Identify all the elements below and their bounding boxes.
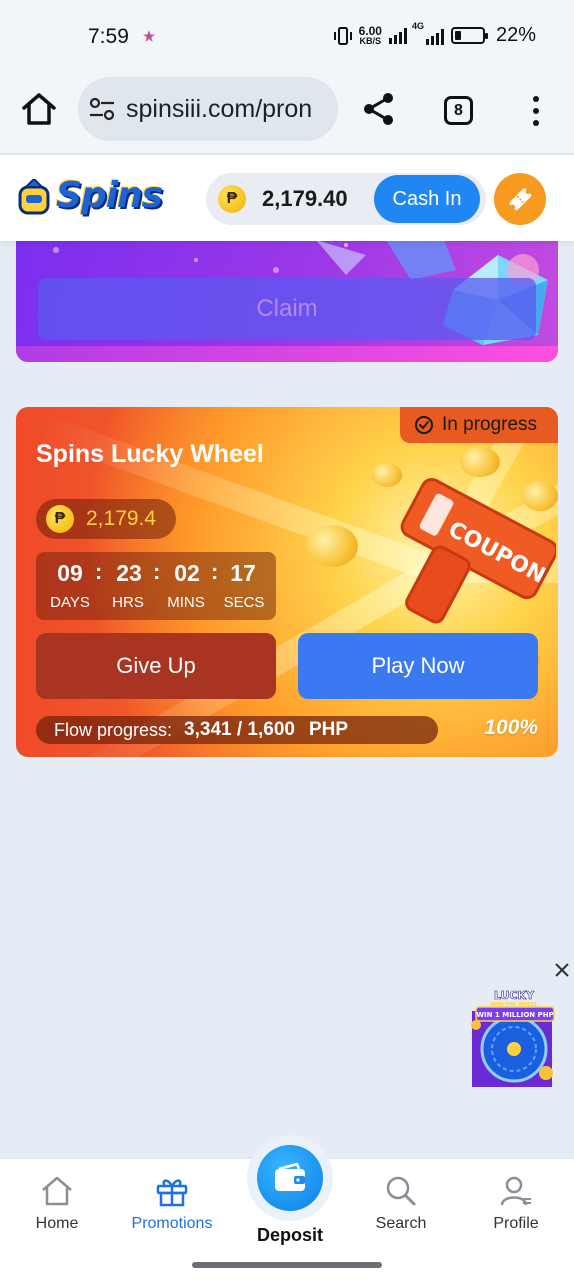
nav-promotions-label: Promotions [131, 1215, 213, 1232]
promo-bottom-glow [16, 346, 558, 362]
card-title: Spins Lucky Wheel [36, 440, 264, 468]
status-label: In progress [442, 414, 538, 435]
flow-progress-label: Flow progress: [54, 719, 173, 740]
ticket-icon [509, 188, 532, 211]
play-now-button[interactable]: Play Now [298, 633, 538, 699]
nav-deposit[interactable] [247, 1135, 333, 1221]
countdown-days: 09 [57, 560, 83, 586]
wifi-signal-icon [388, 27, 407, 44]
status-badge: In progress [400, 407, 558, 443]
countdown-hours-label: HRS [112, 594, 144, 611]
share-icon[interactable] [360, 90, 398, 128]
check-circle-icon [415, 416, 433, 434]
address-bar[interactable]: spinsiii.com/pron [78, 77, 338, 141]
lucky-wheel-ad[interactable]: LUCKY SPIN THE WHEEL WIN 1 MILLION PHP [462, 985, 556, 1087]
tab-count: 8 [454, 101, 463, 119]
countdown-mins: 02 [174, 560, 200, 586]
lucky-wheel-ad-graphic: LUCKY SPIN THE WHEEL WIN 1 MILLION PHP [471, 989, 555, 1087]
browser-toolbar: spinsiii.com/pron 8 [0, 72, 574, 154]
coupon-gun-graphic: COUPON [400, 478, 556, 624]
countdown-mins-label: MINS [167, 594, 205, 611]
bonus-amount-value: 2,179.4 [86, 507, 157, 530]
nav-search-label: Search [375, 1215, 427, 1232]
gold-coin-decoration [306, 525, 358, 567]
countdown-separator: : [211, 559, 219, 584]
countdown-timer: 09 : 23 : 02 : 17 DAYS HRS MINS SECS [36, 552, 276, 620]
gesture-home-indicator[interactable] [192, 1262, 382, 1268]
browser-menu-icon[interactable] [530, 96, 542, 126]
wallet-balance: ₱ 2,179.40 Cash In [206, 173, 486, 225]
close-icon[interactable] [554, 962, 570, 978]
home-icon [42, 1176, 72, 1206]
flow-progress-bar: Flow progress: 3,341 / 1,600 PHP [36, 716, 438, 744]
status-bar: 7:59 6.00 KB/S 4G 22% [0, 0, 574, 72]
search-icon [386, 1176, 416, 1206]
bonus-amount: ₱ 2,179.4 [36, 499, 176, 539]
flow-progress-percent: 100% [484, 716, 538, 739]
nav-profile[interactable]: Profile [466, 1175, 566, 1233]
claim-button[interactable]: Claim [38, 278, 536, 340]
site-logo[interactable]: Spins [14, 173, 163, 221]
nav-promotions[interactable]: Promotions [122, 1175, 222, 1233]
cash-in-button[interactable]: Cash In [374, 175, 480, 223]
tab-switcher-button[interactable]: 8 [444, 96, 473, 125]
countdown-secs-label: SECS [223, 594, 265, 611]
gift-icon [156, 1179, 188, 1207]
site-settings-icon[interactable] [88, 95, 116, 123]
wallet-icon [275, 1163, 305, 1191]
lucky-wheel-card: COUPON In progress Spins Lucky Wheel ₱ 2… [16, 407, 558, 757]
ad-prize: WIN 1 MILLION PHP [476, 1011, 553, 1019]
status-time: 7:59 [88, 25, 129, 48]
address-url[interactable]: spinsiii.com/pron [126, 95, 312, 124]
logo-text: Spins [56, 175, 163, 216]
site-header: Spins ₱ 2,179.40 Cash In [0, 155, 574, 241]
peso-coin-icon: ₱ [46, 505, 74, 533]
nav-home[interactable]: Home [7, 1175, 107, 1233]
flow-progress-value: 3,341 / 1,600 [184, 719, 295, 740]
nav-home-label: Home [35, 1215, 79, 1232]
flow-progress-unit: PHP [308, 719, 349, 740]
battery-percent: 22% [495, 24, 536, 46]
countdown-separator: : [95, 559, 103, 584]
profile-icon [500, 1176, 531, 1206]
notification-app-icon [143, 30, 155, 42]
browser-home-icon[interactable] [18, 88, 60, 130]
deposit-button[interactable] [257, 1145, 323, 1211]
vibrate-icon [333, 26, 352, 45]
nav-deposit-label: Deposit [256, 1225, 323, 1245]
cell-signal-icon: 4G [412, 21, 444, 45]
ticket-button[interactable] [494, 173, 546, 225]
logo-mascot-icon [18, 179, 50, 215]
net-speed: 6.00 KB/S [358, 24, 382, 46]
ad-title: LUCKY [494, 989, 535, 1002]
nav-search[interactable]: Search [351, 1175, 451, 1233]
balance-amount: 2,179.40 [262, 186, 348, 211]
countdown-hours: 23 [116, 560, 142, 586]
battery-icon [450, 27, 488, 44]
countdown-secs: 17 [230, 560, 256, 586]
give-up-button[interactable]: Give Up [36, 633, 276, 699]
peso-coin-icon: ₱ [218, 185, 246, 213]
countdown-separator: : [153, 559, 161, 584]
countdown-days-label: DAYS [50, 594, 90, 611]
status-icons: 6.00 KB/S 4G 22% [333, 21, 536, 47]
nav-profile-label: Profile [493, 1215, 539, 1232]
ad-subtitle: SPIN THE WHEEL [490, 1002, 538, 1008]
